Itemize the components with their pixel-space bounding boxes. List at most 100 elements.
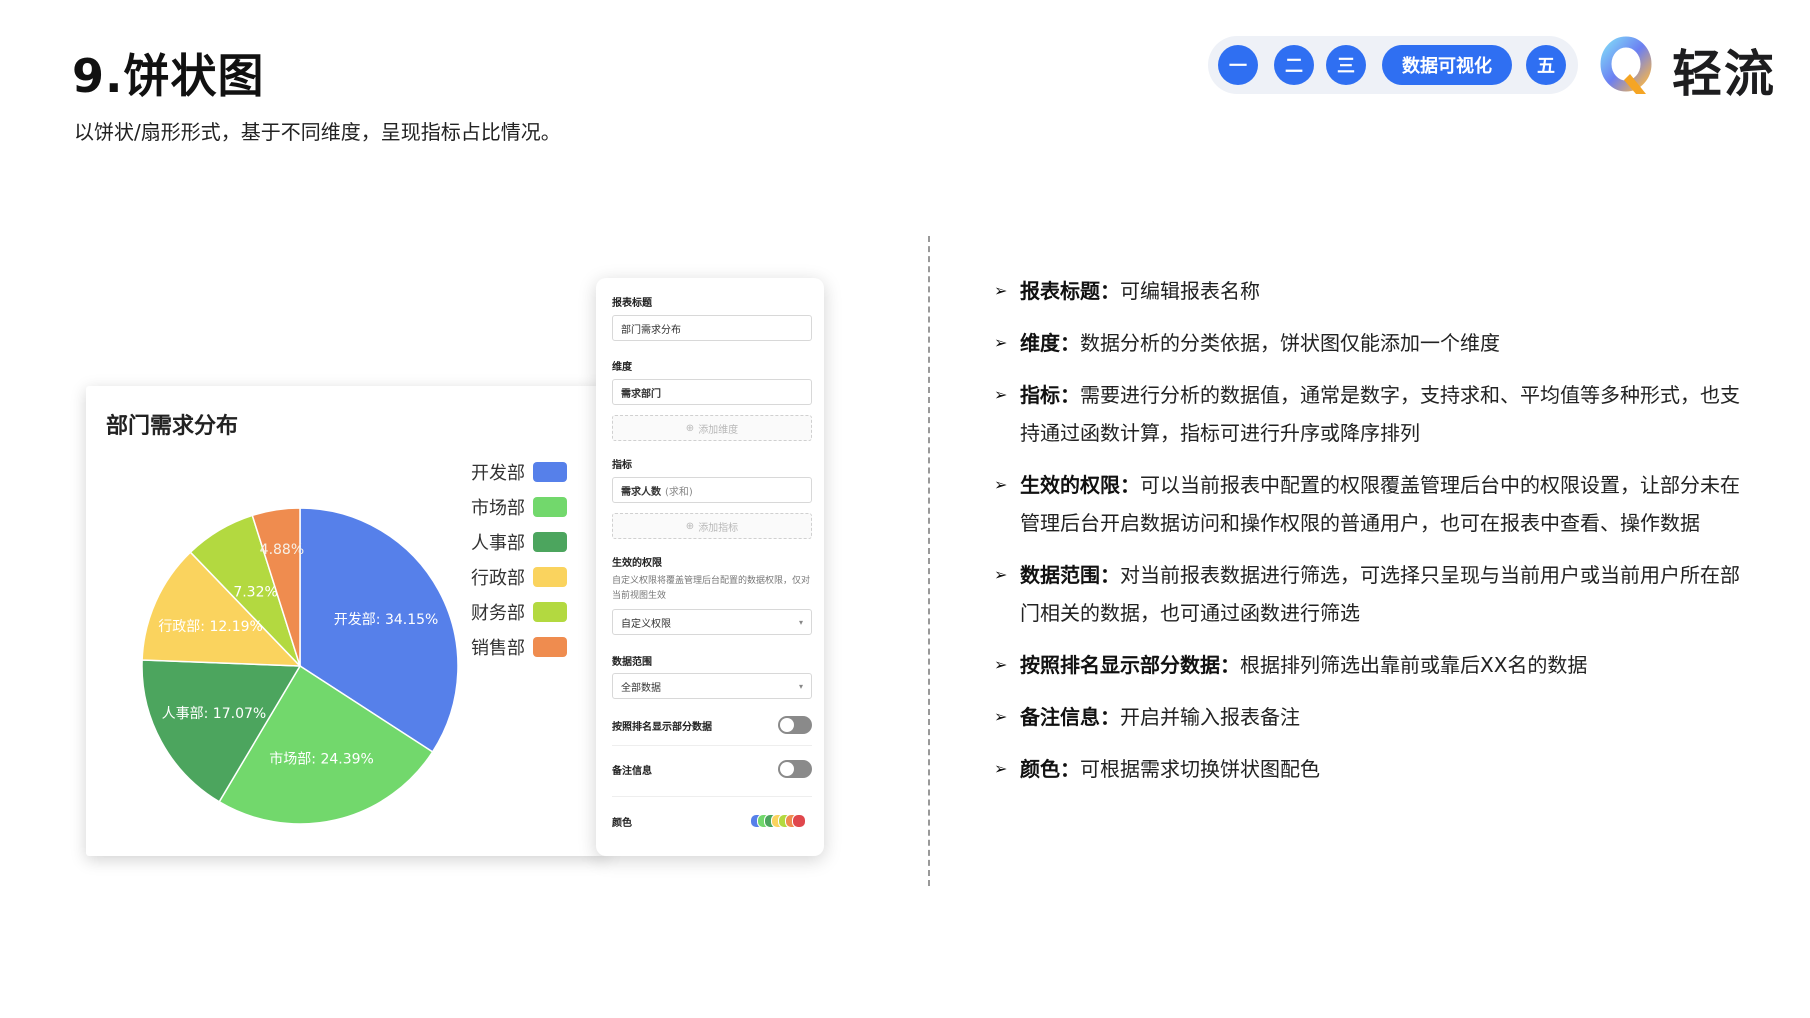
feature-description: 根据排列筛选出靠前或靠后XX名的数据 bbox=[1240, 653, 1588, 677]
feature-name: 备注信息： bbox=[1020, 705, 1120, 729]
permission-hint: 自定义权限将覆盖管理后台配置的数据权限，仅对当前视图生效 bbox=[612, 576, 811, 601]
feature-item: ➢ 指标：需要进行分析的数据值，通常是数字，支持求和、平均值等多种形式，也支持通过… bbox=[994, 376, 1754, 452]
legend-label: 人事部 bbox=[471, 532, 525, 554]
chevron-down-icon: ▾ bbox=[798, 618, 803, 627]
metric-aggregation: (求和) bbox=[665, 486, 693, 498]
feature-item: ➢ 报表标题：可编辑报表名称 bbox=[994, 272, 1754, 310]
pie-data-label: 7.32% bbox=[233, 584, 277, 600]
metric-label: 指标 bbox=[612, 460, 632, 471]
metric-field[interactable]: 需求人数 (求和) bbox=[612, 477, 812, 503]
pie-data-label: 4.88% bbox=[260, 542, 304, 558]
legend-swatch bbox=[533, 601, 567, 622]
legend-swatch bbox=[533, 461, 567, 482]
legend-label: 销售部 bbox=[471, 637, 525, 659]
pie-data-label: 市场部: 24.39% bbox=[269, 750, 374, 767]
dimension-field[interactable]: 需求部门 bbox=[612, 379, 812, 405]
rank-display-toggle[interactable] bbox=[778, 716, 812, 734]
data-range-value: 全部数据 bbox=[621, 682, 661, 694]
legend-swatch bbox=[533, 636, 567, 657]
permission-label: 生效的权限 bbox=[612, 558, 662, 569]
palette-swatch bbox=[792, 814, 806, 828]
feature-description: 可编辑报表名称 bbox=[1120, 279, 1260, 303]
arrow-right-icon: ➢ bbox=[994, 333, 1008, 352]
legend-swatch bbox=[533, 531, 567, 552]
permission-value: 自定义权限 bbox=[621, 618, 671, 630]
metric-value: 需求人数 bbox=[621, 486, 661, 498]
nav-item-1[interactable]: 一 bbox=[1218, 45, 1258, 85]
legend-label: 市场部 bbox=[471, 497, 525, 519]
feature-name: 报表标题： bbox=[1020, 279, 1120, 303]
data-range-label: 数据范围 bbox=[612, 657, 652, 668]
nav-item-data-visualization[interactable]: 数据可视化 bbox=[1382, 45, 1512, 85]
arrow-right-icon: ➢ bbox=[994, 707, 1008, 726]
note-label: 备注信息 bbox=[612, 766, 652, 777]
data-range-select[interactable]: 全部数据 ▾ bbox=[612, 673, 812, 699]
chart-config-panel: 报表标题 部门需求分布 维度 需求部门 ⊕ 添加维度 指标 需求人数 (求和) … bbox=[596, 278, 824, 856]
plus-circle-icon: ⊕ bbox=[685, 520, 695, 532]
feature-item: ➢ 按照排名显示部分数据：根据排列筛选出靠前或靠后XX名的数据 bbox=[994, 646, 1754, 684]
arrow-right-icon: ➢ bbox=[994, 281, 1008, 300]
report-title-label: 报表标题 bbox=[612, 298, 652, 309]
report-title-input[interactable]: 部门需求分布 bbox=[612, 315, 812, 341]
plus-circle-icon: ⊕ bbox=[685, 422, 695, 434]
logo-text: 轻流 bbox=[1672, 45, 1776, 103]
arrow-right-icon: ➢ bbox=[994, 385, 1008, 404]
legend-item[interactable]: 销售部 bbox=[471, 629, 567, 664]
arrow-right-icon: ➢ bbox=[994, 759, 1008, 778]
feature-description: 需要进行分析的数据值，通常是数字，支持求和、平均值等多种形式，也支持通过函数计算… bbox=[1020, 383, 1740, 445]
add-metric-button[interactable]: ⊕ 添加指标 bbox=[612, 513, 812, 539]
section-nav: 一 二 三 数据可视化 五 bbox=[1208, 36, 1578, 94]
page-subtitle: 以饼状/扇形形式，基于不同维度，呈现指标占比情况。 bbox=[74, 120, 561, 144]
pie-data-label: 开发部: 34.15% bbox=[334, 612, 439, 628]
legend-item[interactable]: 人事部 bbox=[471, 524, 567, 559]
feature-name: 数据范围： bbox=[1020, 563, 1120, 587]
feature-name: 生效的权限： bbox=[1020, 473, 1140, 497]
feature-name: 指标： bbox=[1020, 383, 1080, 407]
feature-name: 维度： bbox=[1020, 331, 1080, 355]
chart-legend: 开发部市场部人事部行政部财务部销售部 bbox=[471, 454, 567, 664]
arrow-right-icon: ➢ bbox=[994, 475, 1008, 494]
add-dimension-button[interactable]: ⊕ 添加维度 bbox=[612, 415, 812, 441]
note-toggle[interactable] bbox=[778, 760, 812, 778]
color-palette-picker[interactable] bbox=[750, 814, 814, 828]
rank-display-label: 按照排名显示部分数据 bbox=[612, 722, 712, 733]
feature-item: ➢ 备注信息：开启并输入报表备注 bbox=[994, 698, 1754, 736]
feature-item: ➢ 数据范围：对当前报表数据进行筛选，可选择只呈现与当前用户或当前用户所在部门相关… bbox=[994, 556, 1754, 632]
legend-item[interactable]: 行政部 bbox=[471, 559, 567, 594]
feature-name: 颜色： bbox=[1020, 757, 1080, 781]
feature-item: ➢ 颜色：可根据需求切换饼状图配色 bbox=[994, 750, 1754, 788]
legend-swatch bbox=[533, 496, 567, 517]
feature-name: 按照排名显示部分数据： bbox=[1020, 653, 1240, 677]
pie-data-label: 人事部: 17.07% bbox=[162, 706, 267, 722]
dimension-label: 维度 bbox=[612, 362, 632, 373]
feature-description: 对当前报表数据进行筛选，可选择只呈现与当前用户或当前用户所在部门相关的数据，也可… bbox=[1020, 563, 1740, 625]
arrow-right-icon: ➢ bbox=[994, 655, 1008, 674]
legend-swatch bbox=[533, 566, 567, 587]
pie-chart-card: 开发部: 34.15% 市场部: 24.39% 人事部: 17.07% 行政部: 12… bbox=[86, 386, 606, 856]
legend-label: 开发部 bbox=[471, 462, 525, 484]
chart-title: 部门需求分布 bbox=[106, 414, 239, 439]
add-dimension-label: 添加维度 bbox=[698, 424, 739, 436]
divider bbox=[612, 796, 812, 797]
legend-item[interactable]: 财务部 bbox=[471, 594, 567, 629]
feature-description: 开启并输入报表备注 bbox=[1120, 705, 1300, 729]
pie-data-label: 行政部: 12.19% bbox=[158, 619, 263, 635]
divider bbox=[612, 745, 812, 746]
add-metric-label: 添加指标 bbox=[698, 522, 739, 534]
page-title: 9.饼状图 bbox=[72, 49, 265, 103]
feature-item: ➢ 维度：数据分析的分类依据，饼状图仅能添加一个维度 bbox=[994, 324, 1754, 362]
arrow-right-icon: ➢ bbox=[994, 565, 1008, 584]
color-label: 颜色 bbox=[612, 818, 632, 829]
permission-select[interactable]: 自定义权限 ▾ bbox=[612, 609, 812, 635]
nav-item-2[interactable]: 二 bbox=[1274, 45, 1314, 85]
legend-item[interactable]: 开发部 bbox=[471, 454, 567, 489]
feature-description: 可根据需求切换饼状图配色 bbox=[1080, 757, 1320, 781]
feature-item: ➢ 生效的权限：可以当前报表中配置的权限覆盖管理后台中的权限设置，让部分未在管理后… bbox=[994, 466, 1754, 542]
legend-label: 行政部 bbox=[471, 567, 525, 589]
nav-item-3[interactable]: 三 bbox=[1326, 45, 1366, 85]
section-divider bbox=[928, 236, 930, 886]
legend-item[interactable]: 市场部 bbox=[471, 489, 567, 524]
nav-item-5[interactable]: 五 bbox=[1526, 45, 1566, 85]
feature-description: 数据分析的分类依据，饼状图仅能添加一个维度 bbox=[1080, 331, 1500, 355]
chevron-down-icon: ▾ bbox=[798, 682, 803, 691]
